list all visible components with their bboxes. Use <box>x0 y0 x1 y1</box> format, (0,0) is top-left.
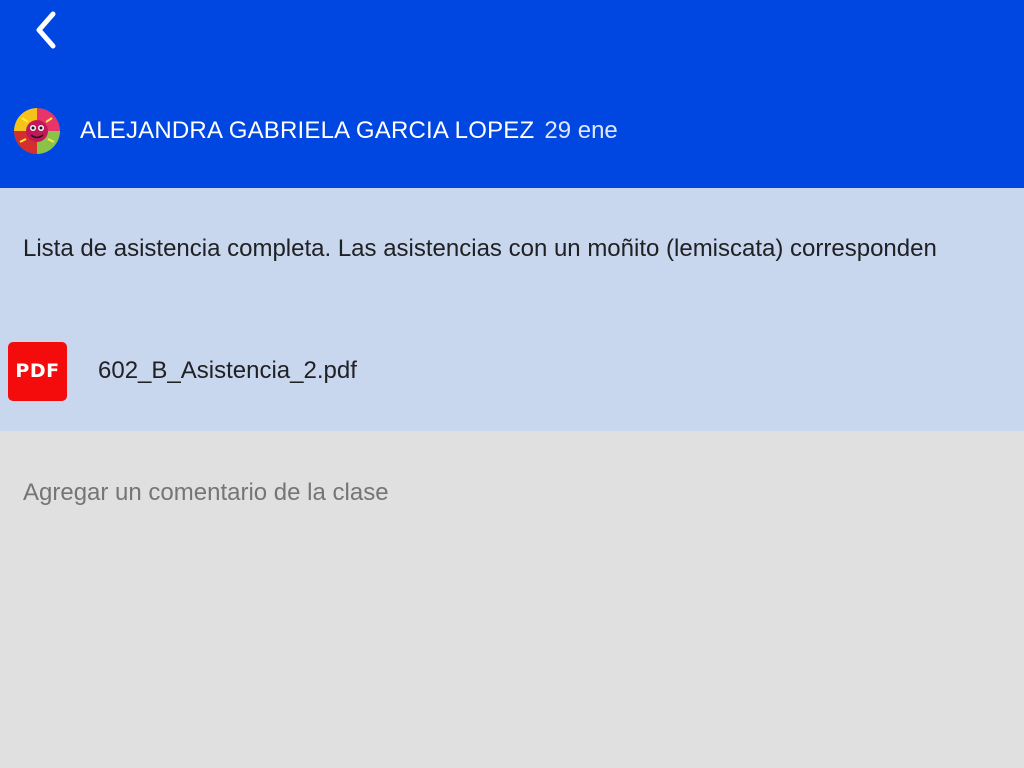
class-comment-section <box>0 431 1024 768</box>
class-comment-input[interactable] <box>23 475 983 511</box>
attachment-file-name[interactable]: 602_B_Asistencia_2.pdf <box>98 357 357 385</box>
app-header: ALEJANDRA GABRIELA GARCIA LOPEZ 29 ene <box>0 0 1024 188</box>
back-button[interactable] <box>22 6 70 54</box>
author-name: ALEJANDRA GABRIELA GARCIA LOPEZ <box>80 117 535 144</box>
chevron-left-icon <box>36 11 56 49</box>
post-text: Lista de asistencia completa. Las asiste… <box>23 235 937 262</box>
pdf-icon: PDF <box>8 341 67 401</box>
post-author-row: ALEJANDRA GABRIELA GARCIA LOPEZ 29 ene <box>14 108 618 154</box>
attachment-item[interactable]: PDF 602_B_Asistencia_2.pdf <box>8 341 1008 401</box>
post-body: Lista de asistencia completa. Las asiste… <box>0 188 1024 431</box>
post-date: 29 ene <box>544 117 618 144</box>
avatar[interactable] <box>14 108 60 154</box>
pdf-icon-label: PDF <box>15 360 60 382</box>
